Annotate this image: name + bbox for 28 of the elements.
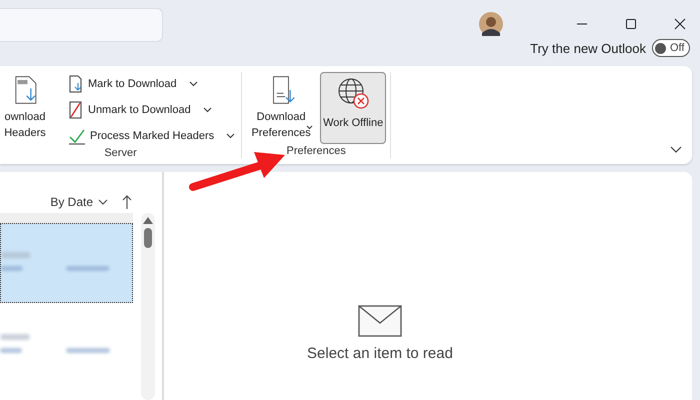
avatar-icon[interactable] [479, 12, 503, 36]
close-icon[interactable] [674, 18, 686, 30]
toggle-label: Try the new Outlook [530, 40, 646, 56]
chevron-down-icon [98, 199, 108, 205]
download-headers-button[interactable]: ownload Headers [0, 72, 60, 144]
maximize-icon[interactable] [625, 18, 637, 30]
download-preferences-button[interactable]: Download Preferences [246, 72, 316, 144]
menu-button[interactable]: Mark to Download [66, 72, 238, 95]
group-label: Server [104, 147, 137, 160]
toggle-switch[interactable]: Off [652, 39, 690, 57]
arrow-up-icon[interactable] [122, 195, 132, 209]
group-label: Preferences [286, 145, 346, 158]
menu-button[interactable]: Process Marked Headers [66, 124, 238, 147]
chevron-down-icon[interactable] [670, 146, 682, 154]
menu-button[interactable]: Unmark to Download [66, 98, 238, 121]
chevron-down-icon [226, 132, 236, 138]
scroll-up-icon [143, 217, 153, 224]
document-download-icon [68, 74, 84, 92]
sort-dropdown[interactable]: By Date [50, 195, 108, 209]
envelope-icon [358, 305, 402, 337]
chevron-down-icon [202, 106, 212, 112]
empty-state-text: Select an item to read [307, 345, 453, 362]
search-field[interactable] [0, 8, 163, 42]
chevron-down-icon [188, 80, 198, 86]
scrollbar[interactable] [141, 213, 155, 400]
scroll-thumb[interactable] [144, 228, 152, 248]
work-offline-button[interactable]: Work Offline [320, 72, 386, 144]
document-slash-icon [68, 100, 84, 118]
